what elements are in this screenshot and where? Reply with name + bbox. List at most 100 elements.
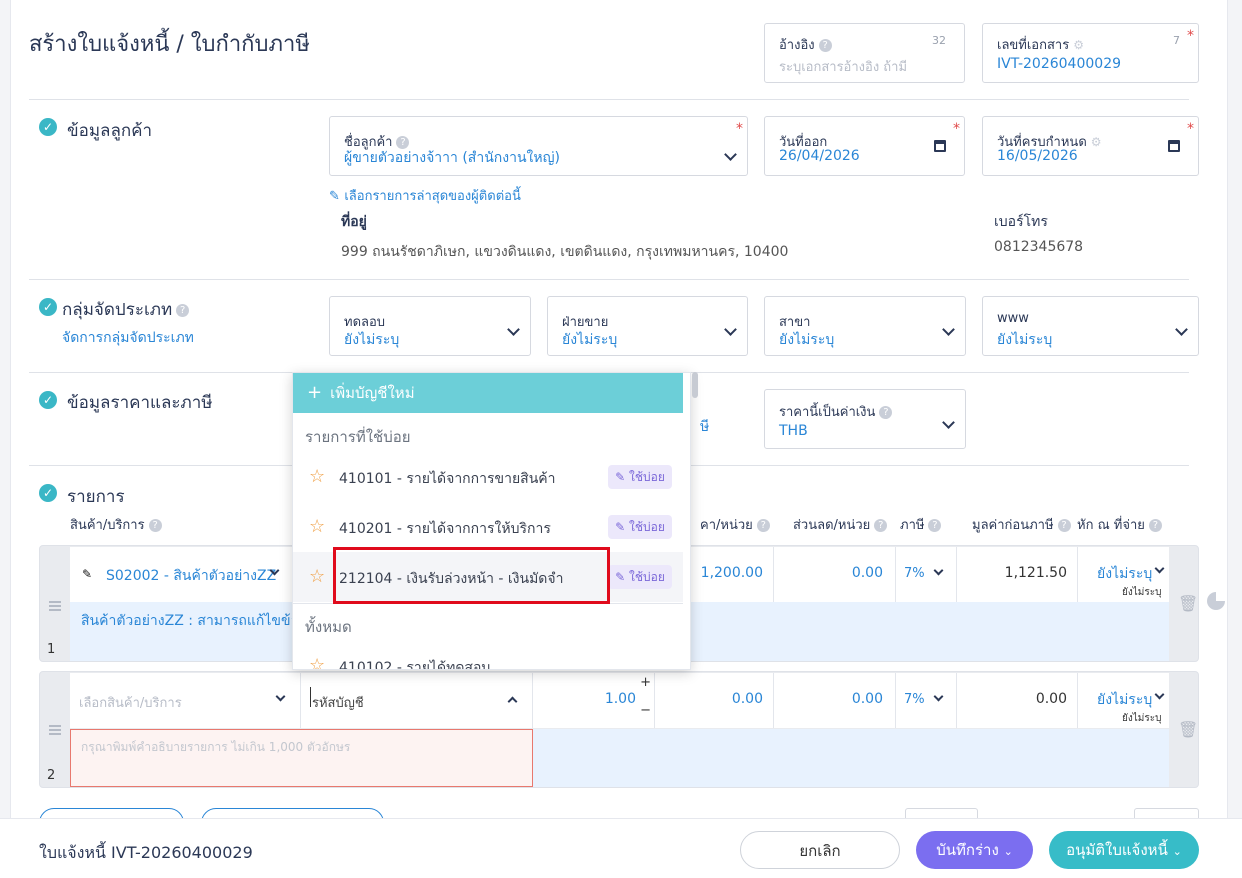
chevron-down-icon <box>933 691 944 702</box>
vat-cell[interactable]: 7% <box>896 673 957 728</box>
chevron-down-icon <box>724 148 737 161</box>
subtotal-value: 0.00 <box>1035 691 1067 707</box>
discount-value: 0.00 <box>851 691 883 707</box>
page-title: สร้างใบแจ้งหนี้ / ใบกำกับภาษี <box>29 32 310 57</box>
category-select-2[interactable]: ฝ่ายขาย ยังไม่ระบุ <box>547 296 748 356</box>
check-icon: ✓ <box>39 118 57 136</box>
trash-icon[interactable]: 🗑 <box>1178 720 1198 739</box>
approve-invoice-button[interactable]: อนุมัติใบแจ้งหนี้ ⌄ <box>1049 831 1199 869</box>
account-code-select[interactable]: รหัสบัญชี <box>301 673 533 728</box>
magic-wand-icon: ✎ <box>615 470 626 484</box>
currency-select[interactable]: ราคานี้เป็นค่าเงิน? THB <box>764 389 966 449</box>
product-cell[interactable]: ✎ S02002 - สินค้าตัวอย่างZZ <box>70 547 301 602</box>
recent-contact-label: เลือกรายการล่าสุดของผู้ติดต่อนี้ <box>344 189 521 204</box>
account-option-410102[interactable]: ☆ 410102 - รายได้ทดสอบ <box>293 643 683 670</box>
manage-category-link[interactable]: จัดการกลุ่มจัดประเภท <box>62 327 194 349</box>
vat-cell[interactable]: 7% <box>896 547 957 602</box>
customer-section-title: ข้อมูลลูกค้า <box>67 121 153 141</box>
tax-mode-text[interactable]: ษี <box>700 416 709 438</box>
address-value: 999 ถนนรัชดาภิเษก, แขวงดินแดง, เขตดินแดง… <box>341 244 789 260</box>
doc-number-field[interactable]: เลขที่เอกสาร ⚙ 7 * IVT-20260400029 <box>982 23 1199 83</box>
star-icon[interactable]: ☆ <box>309 516 325 537</box>
dropdown-scrollbar[interactable] <box>692 372 698 398</box>
text-cursor <box>310 687 311 707</box>
footer-bar: ใบแจ้งหนี้ IVT-20260400029 ยกเลิก บันทึก… <box>0 818 1242 878</box>
price-value: 1,200.00 <box>700 565 763 581</box>
help-icon[interactable]: ? <box>818 39 832 52</box>
help-icon[interactable]: ? <box>928 519 942 532</box>
minus-icon[interactable]: − <box>640 703 651 718</box>
description-input[interactable]: กรุณาพิมพ์คำอธิบายรายการ ไม่เกิน 1,000 ต… <box>70 729 533 787</box>
issue-date-field[interactable]: วันที่ออก * 26/04/2026 <box>764 116 965 176</box>
gear-icon[interactable]: ⚙ <box>1073 38 1084 52</box>
subtotal-cell: 1,121.50 <box>957 547 1078 602</box>
calendar-icon[interactable] <box>934 140 946 152</box>
add-account-option[interactable]: + เพิ่มบัญชีใหม่ <box>293 373 683 413</box>
product-cell[interactable]: เลือกสินค้า/บริการ <box>70 673 301 728</box>
quantity-stepper[interactable]: 1.00 + − <box>533 673 655 728</box>
doc-number-input[interactable]: IVT-20260400029 <box>997 56 1121 72</box>
star-icon[interactable]: ☆ <box>309 655 325 669</box>
price-cell[interactable]: 0.00 <box>655 673 774 728</box>
address-label: ที่อยู่ <box>341 214 367 230</box>
column-header-subtotal: มูลค่าก่อนภาษี? <box>972 514 1071 535</box>
vat-value: 7% <box>904 692 925 707</box>
add-account-label: เพิ่มบัญชีใหม่ <box>330 384 415 402</box>
help-icon[interactable]: ? <box>176 303 190 317</box>
save-draft-button[interactable]: บันทึกร่าง ⌄ <box>916 831 1033 869</box>
category-select-4[interactable]: www ยังไม่ระบุ <box>982 296 1199 356</box>
subtotal-value: 1,121.50 <box>1004 565 1067 581</box>
gear-icon[interactable]: ⚙ <box>1091 135 1102 149</box>
due-date-field[interactable]: วันที่ครบกำหนด ⚙ * 16/05/2026 <box>982 116 1199 176</box>
calendar-icon[interactable] <box>1168 140 1180 152</box>
help-icon[interactable]: ? <box>756 519 770 532</box>
reference-counter: 32 <box>932 34 946 47</box>
reference-field[interactable]: อ้างอิง? 32 ระบุเอกสารอ้างอิง ถ้ามี <box>764 23 965 83</box>
reference-input[interactable]: ระบุเอกสารอ้างอิง ถ้ามี <box>779 56 907 77</box>
chevron-down-icon: ⌄ <box>1003 845 1013 858</box>
star-icon[interactable]: ☆ <box>309 466 325 487</box>
frequent-group-header: รายการที่ใช้บ่อย <box>305 428 411 446</box>
tag-icon: ✎ <box>82 567 93 581</box>
wht-cell[interactable]: ยังไม่ระบุ ยังไม่ระบุ <box>1078 673 1169 728</box>
help-icon[interactable]: ? <box>874 519 888 532</box>
chevron-down-icon <box>942 416 955 429</box>
wht-value: ยังไม่ระบุ <box>1097 566 1153 582</box>
help-icon[interactable]: ? <box>879 406 893 419</box>
drag-handle-icon[interactable] <box>49 725 61 735</box>
row-index: 2 <box>47 768 56 783</box>
account-option-410101[interactable]: ☆ 410101 - รายได้จากการขายสินค้า ✎ ใช้บ่… <box>293 452 683 502</box>
phone-label: เบอร์โทร <box>994 214 1048 230</box>
category-select-3[interactable]: สาขา ยังไม่ระบุ <box>764 296 966 356</box>
cancel-button[interactable]: ยกเลิก <box>740 831 900 869</box>
description-value: สินค้าตัวอย่างZZ : สามารถแก้ไขข้อมูล <box>81 613 317 629</box>
chevron-down-icon <box>933 565 944 576</box>
plus-icon: + <box>307 382 323 403</box>
wht-cell[interactable]: ยังไม่ระบุ ยังไม่ระบุ <box>1078 547 1169 602</box>
customer-name-select[interactable]: ชื่อลูกค้า? * ผู้ขายตัวอย่างจ้าาา (สำนัก… <box>329 116 748 176</box>
plus-icon[interactable]: + <box>640 675 651 690</box>
items-section-title: รายการ <box>67 487 125 507</box>
help-icon[interactable]: ? <box>148 519 162 532</box>
account-option-410201[interactable]: ☆ 410201 - รายได้จากการให้บริการ ✎ ใช้บ่… <box>293 502 683 552</box>
drag-handle-icon[interactable] <box>49 601 61 611</box>
help-icon[interactable]: ? <box>1148 519 1162 532</box>
discount-cell[interactable]: 0.00 <box>774 547 896 602</box>
discount-cell[interactable]: 0.00 <box>774 673 896 728</box>
chevron-down-icon <box>1175 323 1188 336</box>
wht-subtext: ยังไม่ระบุ <box>1122 587 1162 598</box>
category-select-1[interactable]: ทดลอบ ยังไม่ระบุ <box>329 296 531 356</box>
star-icon[interactable]: ☆ <box>309 566 325 587</box>
help-icon[interactable]: ? <box>1057 519 1071 532</box>
account-code-input: รหัสบัญชี <box>312 696 364 711</box>
highlight-box <box>333 547 610 604</box>
pie-chart-icon[interactable] <box>1207 592 1225 610</box>
phone-value: 0812345678 <box>994 239 1084 255</box>
magic-wand-icon: ✎ <box>615 570 626 584</box>
pricing-section-title: ข้อมูลราคาและภาษี <box>67 393 213 413</box>
account-option-label: 410102 - รายได้ทดสอบ <box>339 660 491 670</box>
trash-icon[interactable]: 🗑 <box>1178 594 1198 613</box>
category-value: ยังไม่ระบุ <box>779 332 835 348</box>
account-option-label: 410101 - รายได้จากการขายสินค้า <box>339 471 556 487</box>
recent-contact-link[interactable]: ✎ เลือกรายการล่าสุดของผู้ติดต่อนี้ <box>329 185 521 206</box>
